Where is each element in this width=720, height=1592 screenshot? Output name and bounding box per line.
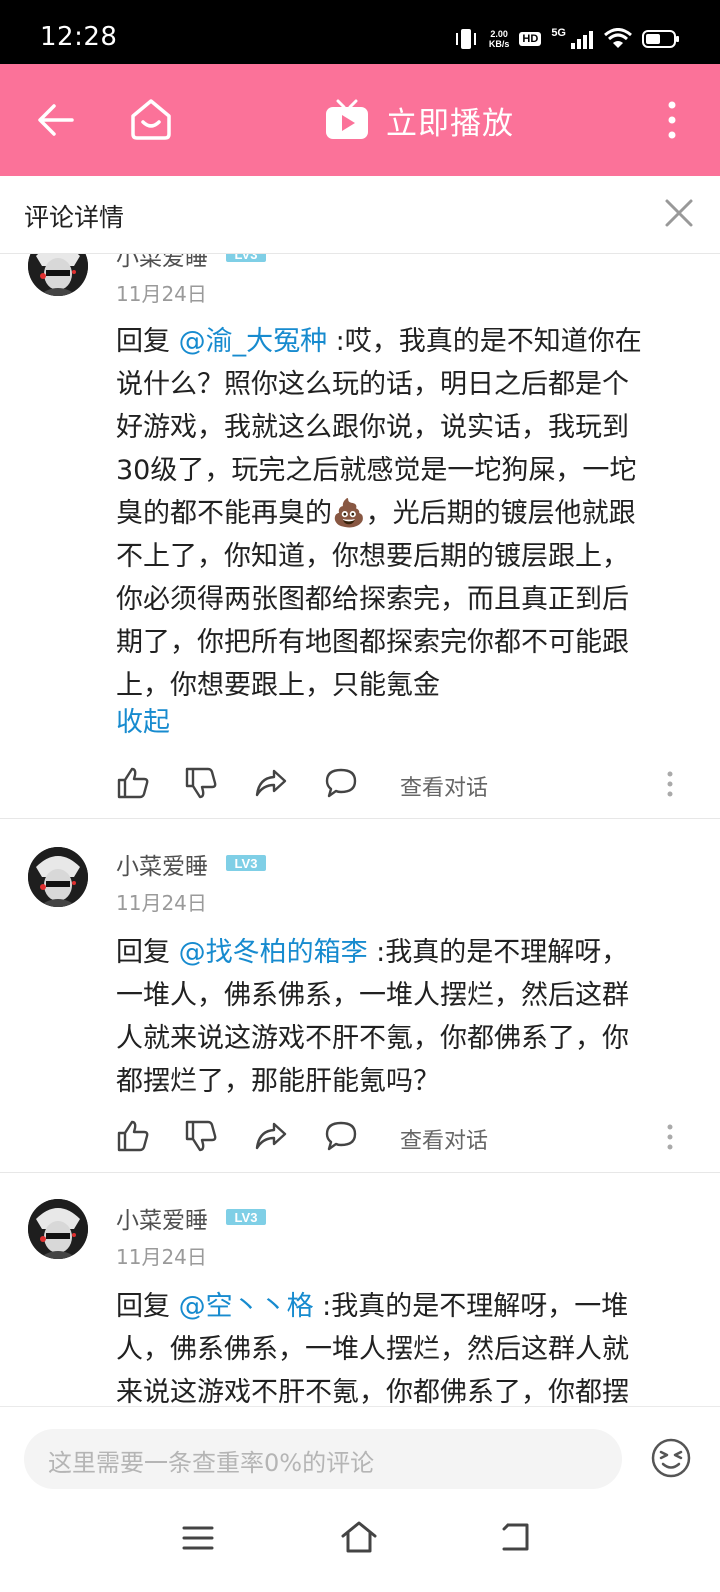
view-conversation-button[interactable]: 查看对话 [400, 770, 488, 802]
play-now-label: 立即播放 [386, 105, 514, 142]
avatar-image [28, 847, 88, 907]
avatar-image [28, 254, 88, 296]
status-icons: 2.00 KB/s HD 5G [453, 24, 680, 54]
share-icon[interactable] [254, 766, 288, 800]
mention-link[interactable]: @渝_大冤种 [179, 326, 328, 357]
mention-link[interactable]: @找冬柏的箱李 [179, 937, 368, 968]
net-speed: 2.00 KB/s [488, 29, 510, 49]
svg-text:LV3: LV3 [235, 1210, 258, 1225]
dislike-icon[interactable] [184, 766, 218, 800]
comment-input[interactable]: 这里需要一条查重率0%的评论 [24, 1429, 622, 1489]
level-badge: LV3 [226, 1209, 266, 1225]
home-icon[interactable] [128, 96, 174, 142]
page-title: 评论详情 [24, 203, 125, 232]
comment-content: 回复 @找冬柏的箱李 :我真的是不理解呀， 一堆人，佛系佛系，一堆人摆烂，然后这… [116, 937, 629, 1097]
more-vertical-icon[interactable] [666, 1123, 674, 1151]
signal-icon [571, 31, 593, 49]
emoji-icon[interactable] [650, 1437, 692, 1479]
comment-detail-bar: 评论详情 [0, 176, 720, 254]
comment-item: 小菜爱睡 LV3 11月24日 回复 @找冬柏的箱李 :我真的是不理解呀， 一堆… [0, 819, 720, 1171]
reply-icon[interactable] [324, 1119, 358, 1153]
comment-input-bar: 这里需要一条查重率0%的评论 [0, 1406, 720, 1496]
mention-link[interactable]: @空丶丶格 [179, 1291, 314, 1322]
avatar[interactable] [28, 847, 88, 907]
dislike-icon[interactable] [184, 1119, 218, 1153]
comment-actions: 查看对话 [116, 766, 696, 806]
avatar[interactable] [28, 254, 88, 296]
status-bar: 12:28 2.00 KB/s HD 5G [0, 0, 720, 64]
reply-icon[interactable] [324, 766, 358, 800]
avatar[interactable] [28, 1199, 88, 1259]
level-badge: LV3 [226, 254, 266, 262]
comment-date: 11月24日 [116, 282, 207, 306]
comment-username[interactable]: 小菜爱睡 [116, 847, 208, 881]
like-icon[interactable] [116, 1119, 150, 1153]
menu-icon[interactable] [182, 1524, 214, 1552]
hd-icon: HD [519, 32, 542, 46]
tv-play-icon [326, 99, 368, 139]
input-placeholder: 这里需要一条查重率0%的评论 [48, 1449, 375, 1477]
comment-date: 11月24日 [116, 1245, 207, 1269]
view-conversation-button[interactable]: 查看对话 [400, 1123, 488, 1155]
status-time: 12:28 [40, 22, 118, 52]
collapse-link[interactable]: 收起 [116, 700, 170, 739]
comment-item: 小菜爱睡 LV3 11月24日 回复 @渝_大冤种 :哎，我真的是不知道你在 说… [0, 254, 720, 830]
back-arrow-icon[interactable] [36, 100, 76, 140]
play-now-button[interactable]: 立即播放 [324, 96, 514, 144]
level-badge: LV3 [226, 855, 266, 871]
svg-text:LV3: LV3 [235, 254, 258, 262]
like-icon[interactable] [116, 766, 150, 800]
avatar-image [28, 1199, 88, 1259]
svg-text:LV3: LV3 [235, 856, 258, 871]
comment-username[interactable]: 小菜爱睡 [116, 254, 208, 272]
comment-content: 回复 @空丶丶格 :我真的是不理解呀，一堆 人，佛系佛系，一堆人摆烂，然后这群人… [116, 1291, 629, 1406]
comment-item: 小菜爱睡 LV3 11月24日 回复 @空丶丶格 :我真的是不理解呀，一堆 人，… [0, 1173, 720, 1406]
battery-icon [642, 30, 679, 48]
comment-username[interactable]: 小菜爱睡 [116, 1201, 208, 1235]
comment-list[interactable]: 小菜爱睡 LV3 11月24日 回复 @渝_大冤种 :哎，我真的是不知道你在 说… [0, 254, 720, 1406]
more-vertical-icon[interactable] [666, 770, 674, 798]
more-vertical-icon[interactable] [666, 100, 678, 140]
share-icon[interactable] [254, 1119, 288, 1153]
back-icon[interactable] [500, 1522, 530, 1552]
network-type: 5G [551, 27, 566, 39]
close-icon[interactable] [664, 198, 694, 228]
home-outline-icon[interactable] [340, 1520, 378, 1554]
comment-content: 回复 @渝_大冤种 :哎，我真的是不知道你在 说什么？照你这么玩的话，明日之后都… [116, 326, 642, 701]
comment-actions: 查看对话 [116, 1119, 696, 1159]
app-header: 立即播放 [0, 64, 720, 176]
vibrate-icon [455, 29, 476, 49]
system-nav-bar [0, 1496, 720, 1592]
comment-date: 11月24日 [116, 891, 207, 915]
wifi-icon [604, 28, 632, 48]
